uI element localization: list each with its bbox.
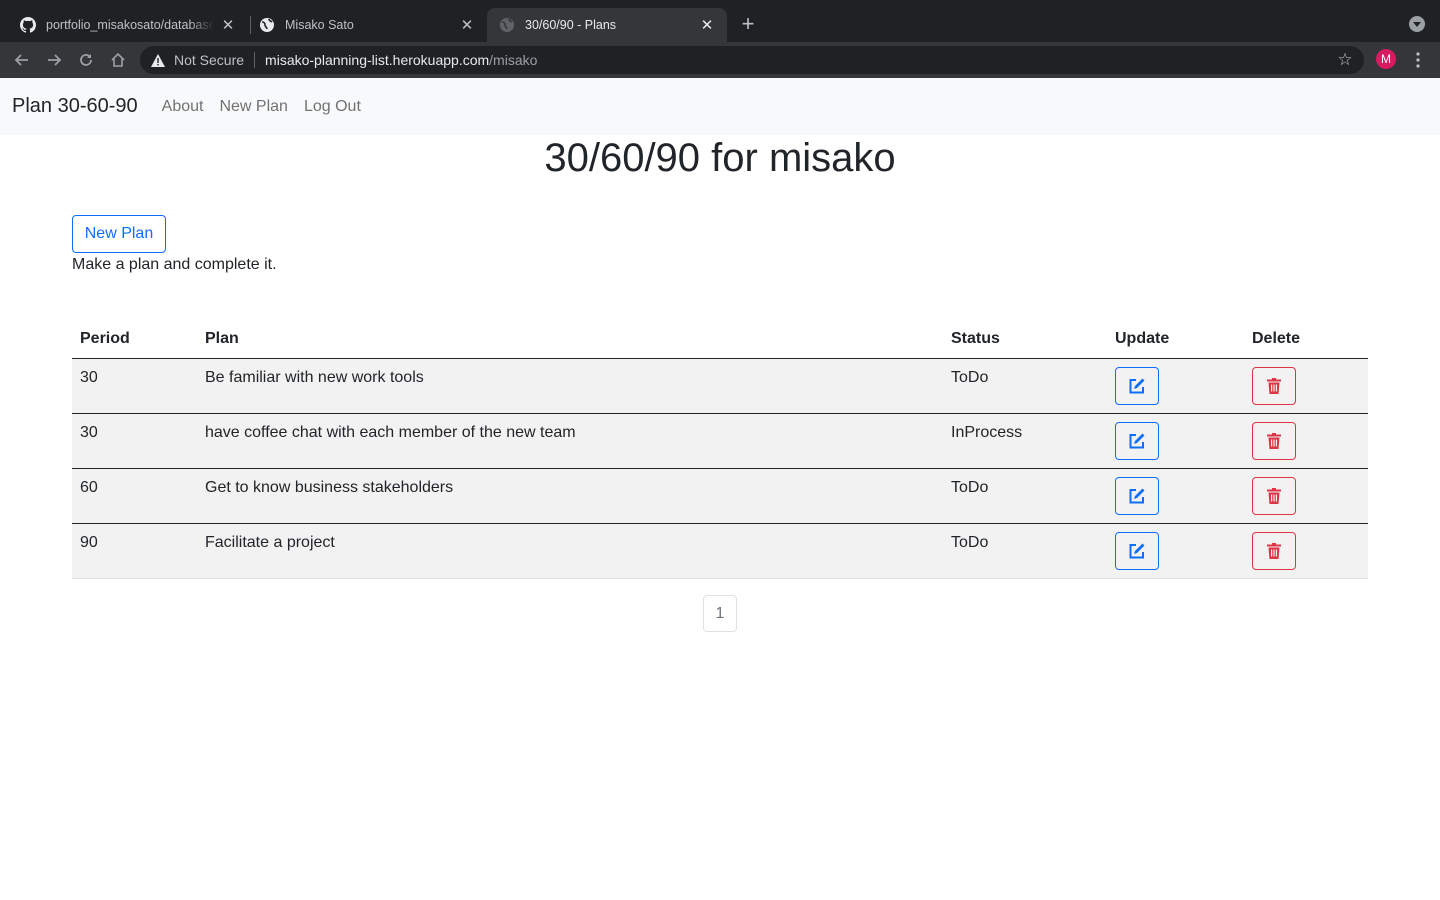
bookmark-star-icon[interactable]: ☆ [1336,51,1354,69]
cell-status: ToDo [943,358,1107,414]
cell-status: ToDo [943,468,1107,524]
nav-link-new-plan[interactable]: New Plan [219,98,287,116]
browser-toolbar: Not Secure misako-planning-list.herokuap… [0,42,1440,78]
edit-icon [1129,488,1145,503]
page-title: 30/60/90 for misako [544,136,896,180]
cell-status: InProcess [943,413,1107,469]
new-tab-plus-icon[interactable]: + [738,13,758,35]
profile-avatar[interactable]: M [1376,49,1396,69]
cell-plan: Get to know business stakeholders [197,468,943,524]
header-update: Update [1107,316,1244,359]
address-divider [254,52,256,68]
delete-button[interactable] [1252,476,1296,515]
cell-plan: Be familiar with new work tools [197,358,943,414]
forward-arrow-icon[interactable] [44,50,64,70]
browser-tab-title: portfolio_misakosato/database [46,18,214,32]
globe-icon [259,17,275,33]
more-menu-icon[interactable] [1409,50,1427,70]
reload-icon[interactable] [76,50,96,70]
cell-plan: Facilitate a project [197,523,943,579]
trash-icon [1267,432,1281,449]
edit-icon [1129,433,1145,448]
table-header-row: Period Plan Status Update Delete [72,316,1368,359]
close-icon[interactable]: ✕ [459,17,475,34]
cell-period: 30 [72,413,197,469]
cell-delete [1244,468,1368,524]
update-button[interactable] [1115,421,1159,460]
browser-tab-misako-sato[interactable]: Misako Sato ✕ [247,8,487,42]
cell-update [1107,358,1244,414]
header-plan: Plan [197,316,943,359]
cell-period: 90 [72,523,197,579]
cell-period: 30 [72,358,197,414]
delete-button[interactable] [1252,531,1296,570]
table-row: 30 Be familiar with new work tools ToDo [72,358,1368,414]
cell-delete [1244,523,1368,579]
update-button[interactable] [1115,476,1159,515]
table-row: 90 Facilitate a project ToDo [72,523,1368,579]
warning-icon [150,52,166,68]
globe-icon [499,17,515,33]
home-icon[interactable] [108,50,128,70]
url-path: /misako [489,52,538,68]
cell-period: 60 [72,468,197,524]
new-plan-button[interactable]: New Plan [72,215,166,253]
header-period: Period [72,316,197,359]
back-arrow-icon[interactable] [12,50,32,70]
tab-search-icon[interactable] [1409,16,1425,32]
address-bar[interactable]: Not Secure misako-planning-list.herokuap… [140,46,1364,74]
update-button[interactable] [1115,531,1159,570]
cell-update [1107,468,1244,524]
cell-update [1107,413,1244,469]
nav-link-log-out[interactable]: Log Out [304,98,361,116]
app-navbar: Plan 30-60-90 About New Plan Log Out [0,78,1440,135]
navbar-brand[interactable]: Plan 30-60-90 [12,95,138,118]
table-row: 30 have coffee chat with each member of … [72,413,1368,469]
github-icon [20,17,36,33]
delete-button[interactable] [1252,366,1296,405]
nav-link-about[interactable]: About [162,98,204,116]
browser-tab-plans[interactable]: 30/60/90 - Plans ✕ [487,8,727,42]
cell-update [1107,523,1244,579]
table-row: 60 Get to know business stakeholders ToD… [72,468,1368,524]
header-delete: Delete [1244,316,1368,359]
trash-icon [1267,542,1281,559]
browser-tab-title: 30/60/90 - Plans [525,18,617,32]
close-icon[interactable]: ✕ [699,17,715,34]
browser-tab-title: Misako Sato [285,18,354,32]
update-button[interactable] [1115,366,1159,405]
close-icon[interactable]: ✕ [220,17,236,34]
page-hint: Make a plan and complete it. [72,256,277,273]
cell-plan: have coffee chat with each member of the… [197,413,943,469]
pagination-page-1[interactable]: 1 [703,595,737,632]
cell-delete [1244,358,1368,414]
security-label: Not Secure [174,52,245,68]
plans-table: Period Plan Status Update Delete 30 Be f… [72,316,1368,579]
trash-icon [1267,487,1281,504]
edit-icon [1129,378,1145,393]
browser-tabstrip: portfolio_misakosato/database ✕ Misako S… [0,0,1440,42]
cell-status: ToDo [943,523,1107,579]
edit-icon [1129,543,1145,558]
cell-delete [1244,413,1368,469]
url-host: misako-planning-list.herokuapp.com [265,52,490,68]
delete-button[interactable] [1252,421,1296,460]
header-status: Status [943,316,1107,359]
trash-icon [1267,377,1281,394]
browser-tab-github[interactable]: portfolio_misakosato/database ✕ [8,8,248,42]
